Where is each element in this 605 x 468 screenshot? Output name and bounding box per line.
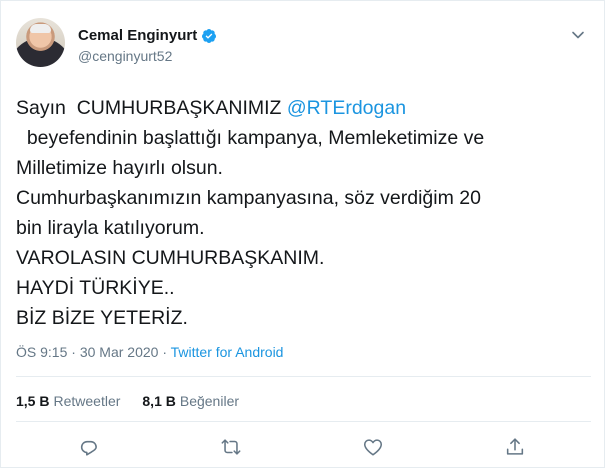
tweet-text: Sayın CUMHURBAŞKANIMIZ @RTErdogan beyefe… [16,93,596,333]
divider [16,376,591,377]
tweet-meta: ÖS 9:15 · 30 Mar 2020 · Twitter for Andr… [16,344,283,360]
tweet-line: bin lirayla katılıyorum. [16,217,205,239]
retweet-icon[interactable] [220,436,242,458]
divider [16,421,591,422]
likes-stat[interactable]: 8,1 B Beğeniler [142,393,239,409]
action-bar [1,436,605,460]
tweet-time[interactable]: ÖS 9:15 [16,344,67,360]
avatar[interactable] [16,18,65,67]
tweet-source-link[interactable]: Twitter for Android [171,344,284,360]
tweet-line: VAROLASIN CUMHURBAŞKANIM. [16,247,325,269]
chevron-down-icon[interactable] [571,28,585,42]
user-name-row[interactable]: Cemal Enginyurt [78,27,217,44]
like-icon[interactable] [362,436,384,458]
tweet-line-text: Sayın CUMHURBAŞKANIMIZ [16,97,287,119]
user-handle[interactable]: @cenginyurt52 [78,48,172,64]
tweet-date[interactable]: 30 Mar 2020 [80,344,159,360]
tweet-line: Cumhurbaşkanımızın kampanyasına, söz ver… [16,187,481,209]
meta-separator: · [158,344,171,360]
meta-separator: · [67,344,80,360]
tweet-card: Cemal Enginyurt @cenginyurt52 Sayın CUMH… [0,0,605,468]
tweet-line: Milletimize hayırlı olsun. [16,157,223,179]
retweets-count: 1,5 B [16,393,50,409]
retweets-label: Retweetler [53,393,121,409]
mention-link[interactable]: @RTErdogan [287,97,406,119]
likes-label: Beğeniler [179,393,240,409]
retweets-stat[interactable]: 1,5 B Retweetler [16,393,120,409]
tweet-line: beyefendinin başlattığı kampanya, Memlek… [16,127,485,149]
display-name[interactable]: Cemal Enginyurt [78,27,197,44]
share-icon[interactable] [504,436,526,458]
engagement-stats: 1,5 B Retweetler 8,1 B Beğeniler [16,393,239,409]
tweet-line: Sayın CUMHURBAŞKANIMIZ @RTErdogan [16,93,596,123]
tweet-line: BİZ BİZE YETERİZ. [16,307,188,329]
tweet-line: HAYDİ TÜRKİYE.. [16,277,175,299]
verified-badge-icon [201,28,217,44]
likes-count: 8,1 B [142,393,176,409]
reply-icon[interactable] [78,436,100,458]
